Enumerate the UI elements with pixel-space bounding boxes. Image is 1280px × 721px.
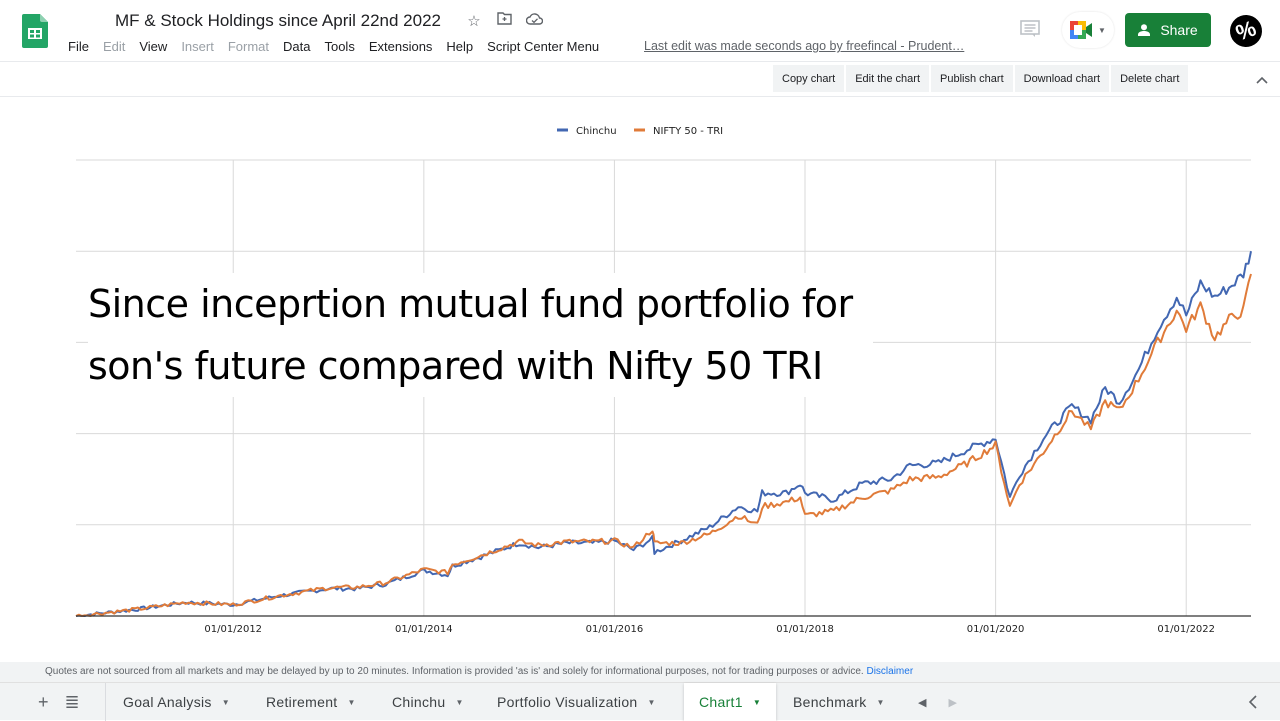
overlay-title-line-2: son's future compared with Nifty 50 TRI [88,344,823,388]
chart-overlay-title: Since inceprtion mutual fund portfolio f… [88,273,873,397]
caret-down-icon[interactable]: ▼ [222,698,230,707]
meet-button[interactable]: ▼ [1062,12,1114,48]
tab-label: Chinchu [392,694,446,710]
disclaimer-text: Quotes are not sourced from all markets … [45,666,864,677]
x-tick-label: 01/01/2014 [395,624,453,635]
x-tick-label: 01/01/2020 [967,624,1025,635]
sheet-tab-chinchu[interactable]: Chinchu ▼ [392,683,464,721]
legend-swatch-nifty50-tri [634,128,645,132]
chart-legend: Chinchu NIFTY 50 - TRI [557,126,723,137]
menu-bar: File Edit View Insert Format Data Tools … [68,39,613,54]
menu-extensions[interactable]: Extensions [369,39,433,54]
sheet-tab-benchmark[interactable]: Benchmark ▼ [793,683,885,721]
caret-down-icon[interactable]: ▼ [648,698,656,707]
caret-down-icon[interactable]: ▼ [455,698,463,707]
x-axis-ticks: 01/01/2012 01/01/2014 01/01/2016 01/01/2018… [204,624,1215,635]
download-chart-button[interactable]: Download chart [1014,65,1110,92]
disclaimer-bar: Quotes are not sourced from all markets … [0,662,1280,682]
scroll-tabs-left-icon[interactable]: ◀ [918,696,926,709]
disclaimer-link[interactable]: Disclaimer [866,666,913,677]
caret-down-icon[interactable]: ▼ [753,698,761,707]
chevron-down-icon: ▼ [1098,25,1106,35]
tab-label: Chart1 [699,694,743,710]
overlay-title-line-1: Since inceprtion mutual fund portfolio f… [88,282,853,326]
account-avatar[interactable]: % [1225,10,1267,52]
x-tick-label: 01/01/2018 [776,624,834,635]
chevron-up-icon[interactable] [1256,72,1268,87]
sheet-tab-chart1[interactable]: Chart1 ▼ [684,683,777,721]
chart-toolbar: Copy chart Edit the chart Publish chart … [773,65,1189,92]
menu-tools[interactable]: Tools [324,39,354,54]
star-icon[interactable]: ☆ [465,12,483,30]
legend-label-chinchu: Chinchu [576,126,617,137]
person-add-icon [1138,24,1151,36]
menu-view[interactable]: View [139,39,167,54]
menu-script-center[interactable]: Script Center Menu [487,39,599,54]
add-sheet-icon[interactable]: + [38,692,49,713]
x-tick-label: 01/01/2022 [1157,624,1215,635]
sheet-tab-retirement[interactable]: Retirement ▼ [266,683,356,721]
tab-label: Goal Analysis [123,694,212,710]
comment-history-icon[interactable] [1020,20,1040,38]
google-meet-icon [1070,21,1093,39]
sheet-tab-goal-analysis[interactable]: Goal Analysis ▼ [123,683,230,721]
move-to-folder-icon[interactable] [495,12,513,30]
share-button[interactable]: Share [1125,13,1211,47]
x-tick-label: 01/01/2016 [586,624,644,635]
copy-chart-button[interactable]: Copy chart [773,65,845,92]
divider [105,683,106,721]
document-title[interactable]: MF & Stock Holdings since April 22nd 202… [115,11,441,31]
cloud-saved-icon[interactable] [525,12,543,30]
tab-label: Portfolio Visualization [497,694,638,710]
sheet-tab-portfolio-visualization[interactable]: Portfolio Visualization ▼ [497,683,656,721]
edit-chart-button[interactable]: Edit the chart [846,65,930,92]
divider [0,61,1280,62]
menu-help[interactable]: Help [446,39,473,54]
menu-file[interactable]: File [68,39,89,54]
tab-label: Benchmark [793,694,867,710]
top-bar: MF & Stock Holdings since April 22nd 202… [0,0,1280,62]
all-sheets-menu-icon[interactable]: ≣ [65,692,80,713]
sheet-tab-bar: + ≣ Goal Analysis ▼ Retirement ▼ Chinchu ▼ … [0,682,1280,721]
last-edit-link[interactable]: Last edit was made seconds ago by freefi… [644,39,964,53]
sheets-logo-icon[interactable] [22,14,48,48]
tab-label: Retirement [266,694,338,710]
caret-down-icon[interactable]: ▼ [347,698,355,707]
side-panel-toggle-icon[interactable] [1248,683,1258,721]
menu-edit[interactable]: Edit [103,39,125,54]
menu-data[interactable]: Data [283,39,310,54]
menu-insert[interactable]: Insert [181,39,214,54]
menu-format[interactable]: Format [228,39,269,54]
publish-chart-button[interactable]: Publish chart [931,65,1013,92]
legend-label-nifty50-tri: NIFTY 50 - TRI [653,126,723,137]
x-tick-label: 01/01/2012 [204,624,262,635]
scroll-tabs-right-icon[interactable]: ▶ [948,696,956,709]
delete-chart-button[interactable]: Delete chart [1111,65,1189,92]
chart-area: Chinchu NIFTY 50 - TRI 01/01/2012 01/01/2… [0,97,1280,662]
legend-swatch-chinchu [557,128,568,132]
share-label: Share [1160,22,1198,38]
caret-down-icon[interactable]: ▼ [877,698,885,707]
